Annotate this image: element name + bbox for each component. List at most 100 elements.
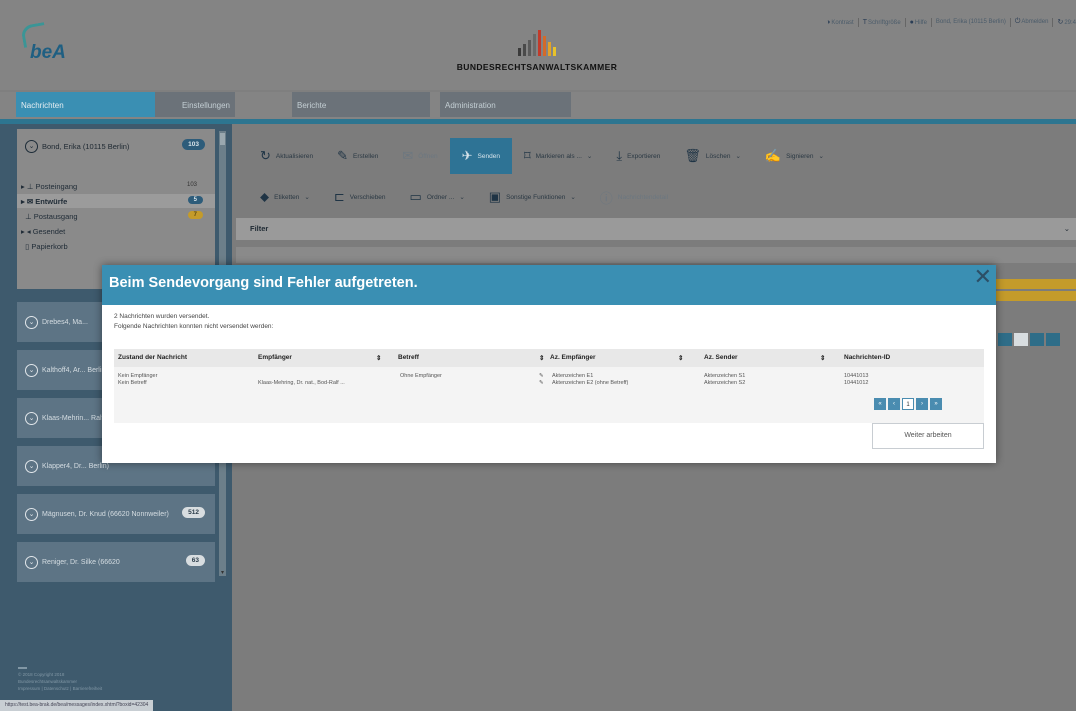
folder-icon: ▭	[409, 189, 422, 204]
table-row[interactable]: Kein Betreff Klaas-Mehring, Dr. nat., Bo…	[114, 376, 984, 389]
chevron-down-icon: ⌄	[586, 153, 593, 160]
continue-working-button[interactable]: Weiter arbeiten	[872, 423, 984, 449]
footer-links[interactable]: Impressum | Datenschutz | Barrierefreihe…	[18, 685, 102, 692]
page-current[interactable]: 1	[902, 398, 914, 410]
postbox-name: Mägnusen, Dr. Knud (66620 Nonnweiler)	[42, 510, 169, 518]
sidebar-item-posteingang[interactable]: ▸ ⊥ Posteingang 103	[17, 179, 215, 193]
send-error-dialog: Beim Sendevorgang sind Fehler aufgetrete…	[102, 265, 996, 463]
sort-icon[interactable]: ⇕	[539, 354, 544, 362]
postbox-card[interactable]: ⌄ Mägnusen, Dr. Knud (66620 Nonnweiler) …	[17, 494, 215, 534]
tab-nachrichten[interactable]: Nachrichten	[16, 92, 155, 117]
create-button[interactable]: ✎ Erstellen	[325, 138, 390, 174]
toolbar-secondary: ⬥ Etiketten ⌄ ⊏ Verschieben ▭ Ordner ... ⌄ ▣ S…	[248, 186, 680, 208]
highlight-row[interactable]	[992, 279, 1076, 289]
top-utility-bar: ◑Kontrast TSchriftgröße ●Hilfe Bond, Eri…	[826, 16, 1076, 28]
close-icon[interactable]: ✕	[974, 266, 992, 288]
brak-bar	[543, 36, 546, 56]
sign-button[interactable]: ✍ Signieren ⌄	[753, 138, 836, 174]
sidebar-item-gesendet[interactable]: ▸ ◂ Gesendet	[17, 224, 215, 238]
more-functions-button[interactable]: ▣ Sonstige Funktionen ⌄	[477, 179, 588, 215]
account-count-badge: 103	[182, 139, 205, 150]
send-button[interactable]: ✈ Senden	[449, 138, 512, 174]
account-header[interactable]: ⌄ Bond, Erika (10115 Berlin) 103	[17, 129, 215, 163]
pencil-icon: ✎	[337, 148, 349, 163]
help-link[interactable]: ●Hilfe	[910, 19, 927, 26]
sidebar-item-entwuerfe[interactable]: ▸ ✉ Entwürfe 5	[17, 194, 215, 208]
chevron-down-icon[interactable]: ⌄	[25, 507, 38, 521]
labels-button[interactable]: ⬥ Etiketten ⌄	[248, 179, 322, 215]
tab-berichte[interactable]: Berichte	[292, 92, 430, 117]
chevron-down-icon[interactable]: ⌄	[25, 363, 38, 377]
postbox-card[interactable]: ⌄ Reniger, Dr. Silke (66620 63	[17, 542, 215, 582]
delete-button[interactable]: 🗑 Löschen ⌄	[672, 138, 753, 174]
chevron-down-icon[interactable]: ⌄	[25, 411, 38, 425]
bookmark-icon: ⌑	[523, 148, 531, 163]
open-button[interactable]: ✉ Öffnen	[390, 138, 449, 174]
page-current-button[interactable]	[1014, 333, 1028, 346]
dialog-header: Beim Sendevorgang sind Fehler aufgetrete…	[102, 265, 996, 305]
browser-status-url: https://test.bea-brak.de/bea/messages/in…	[0, 700, 154, 711]
chevron-down-icon[interactable]: ⌄	[25, 139, 38, 153]
sidebar-item-postausgang[interactable]: ⊥ Postausgang 7	[17, 209, 215, 223]
chevron-down-icon: ⌄	[735, 153, 741, 160]
account-name: Bond, Erika (10115 Berlin)	[42, 141, 130, 151]
page-next-button[interactable]	[1030, 333, 1044, 346]
column-header[interactable]: Az. Sender	[704, 354, 738, 361]
brak-name: BUNDESRECHTSANWALTSKAMMER	[456, 62, 618, 72]
message-detail-button[interactable]: ⓘ Nachrichtendetail	[588, 179, 680, 215]
sent-icon: ▸ ◂	[21, 226, 33, 236]
chevron-down-icon[interactable]: ⌄	[25, 315, 38, 329]
postbox-count-badge: 512	[182, 507, 205, 518]
export-button[interactable]: ⤓ Exportieren	[604, 138, 672, 174]
envelope-icon: ✉	[402, 148, 414, 163]
font-size-link[interactable]: TSchriftgröße	[863, 19, 901, 26]
chevron-down-icon[interactable]: ⌄	[25, 459, 38, 473]
folder-button[interactable]: ▭ Ordner ... ⌄	[398, 179, 477, 215]
download-icon: ⤓	[616, 148, 623, 163]
message-pagination	[998, 333, 1060, 346]
sort-icon[interactable]: ⇕	[678, 354, 683, 362]
edit-icon[interactable]: ✎	[539, 380, 544, 386]
refresh-button[interactable]: ↻ Aktualisieren	[248, 138, 325, 174]
filter-bar[interactable]: Filter ⌄	[236, 218, 1076, 240]
column-header[interactable]: Az. Empfänger	[550, 354, 596, 361]
page-prev-button[interactable]	[998, 333, 1012, 346]
page-first-icon[interactable]: «	[874, 398, 886, 410]
logout-link[interactable]: ⏻Abmelden	[1015, 18, 1049, 26]
trash-icon: ▯	[21, 241, 32, 251]
mark-as-button[interactable]: ⌑ Markieren als ... ⌄	[512, 138, 604, 174]
bea-logo[interactable]: beA	[18, 22, 98, 70]
folder-count-badge: 103	[186, 182, 197, 188]
scroll-down-icon[interactable]: ▾	[219, 569, 226, 576]
toolbar-primary: ↻ Aktualisieren ✎ Erstellen ✉ Öffnen ✈ Sende…	[248, 138, 836, 174]
drafts-icon: ▸ ✉	[21, 196, 36, 206]
column-header[interactable]: Betreff	[398, 354, 419, 361]
sort-icon[interactable]: ⇕	[820, 354, 825, 362]
column-header[interactable]: Zustand der Nachricht	[118, 354, 187, 361]
tab-administration[interactable]: Administration	[440, 92, 571, 117]
contrast-link[interactable]: ◑Kontrast	[826, 19, 854, 26]
sort-icon[interactable]: ⇕	[376, 354, 381, 362]
paper-plane-icon: ✈	[461, 148, 473, 163]
page-last-icon[interactable]: »	[930, 398, 942, 410]
brak-bar	[533, 34, 536, 56]
move-button[interactable]: ⊏ Verschieben	[322, 179, 398, 215]
outbox-icon: ⊥	[21, 211, 34, 221]
scrollbar-thumb[interactable]	[220, 133, 225, 145]
column-header[interactable]: Empfänger	[258, 354, 292, 361]
current-user: Bond, Erika (10115 Berlin)	[935, 19, 1006, 25]
sidebar-item-papierkorb[interactable]: ▯ Papierkorb	[17, 239, 215, 253]
page-last-button[interactable]	[1046, 333, 1060, 346]
page-prev-icon[interactable]: ‹	[888, 398, 900, 410]
column-header[interactable]: Nachrichten-ID	[844, 354, 890, 361]
chevron-down-icon[interactable]: ⌄	[1064, 224, 1070, 233]
chevron-down-icon[interactable]: ⌄	[25, 555, 38, 569]
more-icon: ▣	[488, 189, 502, 204]
highlight-row[interactable]	[992, 291, 1076, 301]
tab-einstellungen[interactable]: Einstellungen	[155, 92, 235, 117]
brak-bar	[518, 48, 521, 56]
brak-small-logo-icon	[18, 660, 27, 669]
page-next-icon[interactable]: ›	[916, 398, 928, 410]
chevron-down-icon: ⌄	[570, 194, 576, 201]
folder-count-badge: 7	[187, 211, 203, 219]
